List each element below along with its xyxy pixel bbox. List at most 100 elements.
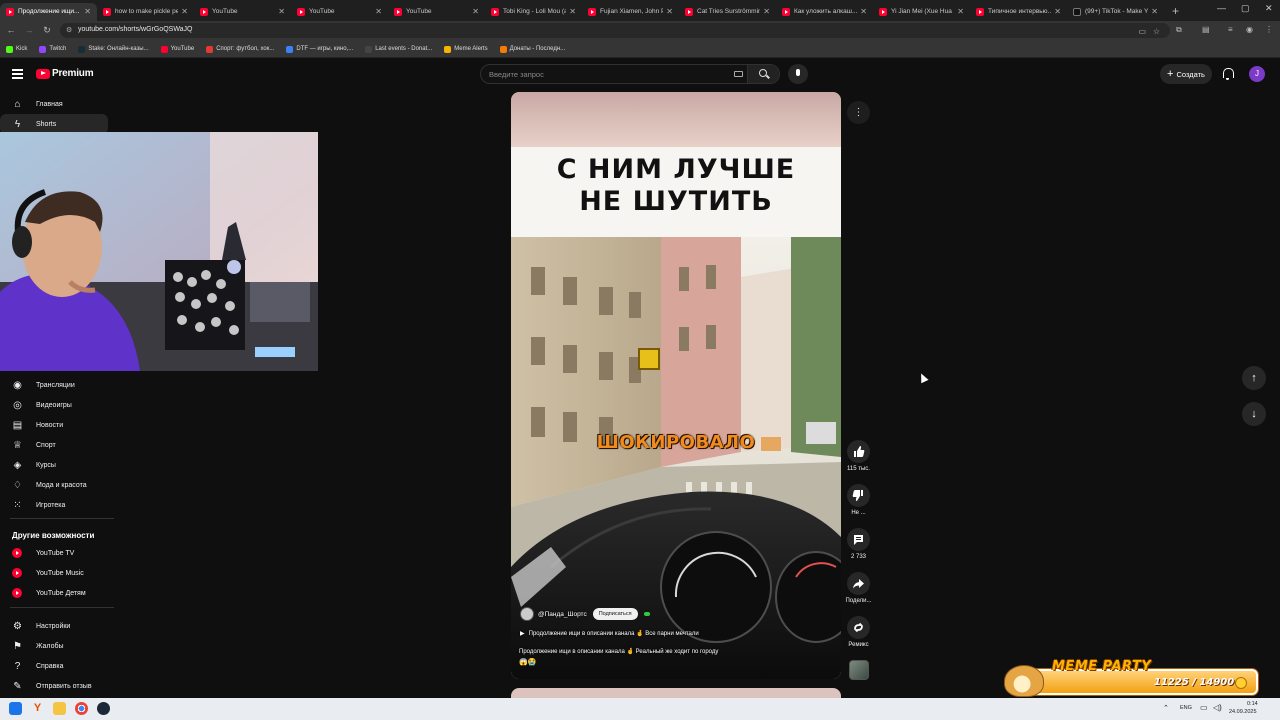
dislike-button[interactable] <box>847 484 870 507</box>
sidebar-item-sport[interactable]: ♕ Спорт <box>0 435 108 455</box>
sidebar-item-youtube-tv[interactable]: YouTube TV <box>0 543 108 563</box>
playlist-link[interactable]: ▶ Продолжение ищи в описании канала 🤞 Вс… <box>520 630 699 637</box>
language-indicator[interactable]: ENG <box>1180 705 1192 711</box>
close-tab-icon[interactable]: ✕ <box>278 7 285 16</box>
close-window-icon[interactable]: ✕ <box>1265 3 1273 14</box>
browser-tab[interactable]: Типичное интервью... ✕ <box>970 3 1067 21</box>
close-tab-icon[interactable]: ✕ <box>181 7 188 16</box>
network-icon[interactable]: ▭ <box>1200 703 1208 712</box>
yandex-browser-icon[interactable]: Y <box>31 702 44 715</box>
browser-tab[interactable]: how to make pickle pe... ✕ <box>97 3 194 21</box>
steam-icon[interactable] <box>97 702 110 715</box>
downloads-icon[interactable]: ≡ <box>1228 25 1233 34</box>
menu-hamburger-icon[interactable] <box>12 69 23 79</box>
browser-tab[interactable]: Cat Tries Surströmming...✕ <box>679 3 776 21</box>
bookmark-item[interactable]: Спорт: футбол, хок... <box>206 45 274 53</box>
browser-tab[interactable]: Продолжение ищи... ✕ <box>0 2 97 21</box>
profile-icon[interactable]: ◉ <box>1246 25 1253 34</box>
new-tab-icon[interactable]: + <box>1172 4 1179 18</box>
close-tab-icon[interactable]: ✕ <box>957 7 964 16</box>
browser-tab[interactable]: YouTube ✕ <box>291 3 388 21</box>
youtube-logo[interactable]: Premium <box>36 68 94 79</box>
windows-start-icon[interactable] <box>9 702 22 715</box>
sidebar-item-youtube-music[interactable]: YouTube Music <box>0 563 108 583</box>
clock-date[interactable]: 24.09.2025 <box>1229 709 1257 715</box>
menu-icon[interactable]: ⋮ <box>1265 25 1273 34</box>
site-info-icon[interactable]: ⚙ <box>66 26 72 34</box>
previous-short-arrow-up-icon[interactable]: ↑ <box>1242 366 1266 390</box>
sidebar-item-playables[interactable]: ⁙ Игротека <box>0 495 108 515</box>
file-explorer-icon[interactable] <box>53 702 66 715</box>
minimize-icon[interactable]: — <box>1217 3 1226 13</box>
bookmark-item[interactable]: Twitch <box>39 45 66 53</box>
sidebar-item-settings[interactable]: ⚙ Настройки <box>0 616 108 636</box>
tray-chevron-icon[interactable]: ⌃ <box>1163 704 1169 712</box>
clock-time[interactable]: 0:14 <box>1247 701 1258 707</box>
avatar[interactable]: J <box>1249 66 1265 82</box>
sidepanel-icon[interactable]: ▤ <box>1202 25 1210 34</box>
close-tab-icon[interactable]: ✕ <box>375 7 382 16</box>
sound-thumbnail[interactable] <box>849 660 869 680</box>
browser-tab[interactable]: Fujian Xiamen, John Pe...✕ <box>582 3 679 21</box>
bookmark-item[interactable]: Донаты - Последн... <box>499 45 565 53</box>
channel-name[interactable]: @Панда_Шортс <box>538 611 587 618</box>
bookmark-item[interactable]: Kick <box>6 45 27 53</box>
back-icon[interactable]: ← <box>2 25 20 35</box>
close-tab-icon[interactable]: ✕ <box>860 7 867 16</box>
sidebar-item-news[interactable]: ▤ Новости <box>0 415 108 435</box>
shorts-player[interactable]: С НИМ ЛУЧШЕ НЕ ШУТИТЬ ШОКИРОВАЛО @Панда_… <box>511 92 841 679</box>
sidebar-item-home[interactable]: ⌂ Главная <box>0 94 108 114</box>
extensions-icon[interactable]: ⧉ <box>1176 25 1182 35</box>
sidebar-item-courses[interactable]: ◈ Курсы <box>0 455 108 475</box>
bookmark-star-icon[interactable]: ☆ <box>1153 27 1160 36</box>
bookmark-item[interactable]: Stake: Онлайн-казы... <box>78 45 149 53</box>
close-tab-icon[interactable]: ✕ <box>1054 7 1061 16</box>
bookmark-item[interactable]: DTF — игры, кино,... <box>286 45 353 53</box>
notifications-bell-icon[interactable] <box>1222 68 1234 80</box>
more-options-icon[interactable]: ⋮ <box>847 101 870 124</box>
next-short-arrow-down-icon[interactable]: ↓ <box>1242 402 1266 426</box>
bookmark-item[interactable]: Last events - Donat... <box>365 45 432 53</box>
sidebar-item-feedback[interactable]: ✎ Отправить отзыв <box>0 676 108 696</box>
forward-icon[interactable]: → <box>20 25 38 35</box>
chrome-icon[interactable] <box>75 702 88 715</box>
volume-icon[interactable]: ◁) <box>1213 703 1222 712</box>
share-button[interactable] <box>847 572 870 595</box>
short-description[interactable]: Продолжение ищи в описании канала 🤞 Реал… <box>519 648 718 655</box>
sidebar-item-fashion[interactable]: ♢ Мода и красота <box>0 475 108 495</box>
create-button[interactable]: + Создать <box>1160 64 1212 84</box>
browser-tab[interactable]: Yi Jian Mei (Xue Hua P...✕ <box>873 3 970 21</box>
remix-button[interactable] <box>847 616 870 639</box>
subscribe-button[interactable]: Подписаться <box>592 608 638 620</box>
bookmark-item[interactable]: Meme Alerts <box>444 45 488 53</box>
browser-tab[interactable]: Как уложить алкаш... ✕ <box>776 3 873 21</box>
channel-avatar[interactable] <box>520 607 534 621</box>
sidebar-item-help[interactable]: ? Справка <box>0 656 108 676</box>
comments-button[interactable] <box>847 528 870 551</box>
microphone-icon[interactable] <box>788 64 808 84</box>
like-button[interactable] <box>847 440 870 463</box>
close-tab-icon[interactable]: ✕ <box>1151 7 1158 16</box>
browser-tab[interactable]: YouTube ✕ <box>388 3 485 21</box>
sidebar-item-live[interactable]: ◉ Трансляции <box>0 375 108 395</box>
next-short-preview[interactable] <box>511 688 841 698</box>
bookmark-item[interactable]: YouTube <box>160 45 194 53</box>
reload-icon[interactable]: ↻ <box>38 25 56 36</box>
search-button[interactable] <box>747 65 779 83</box>
sidebar-item-youtube-kids[interactable]: YouTube Детям <box>0 583 108 603</box>
close-tab-icon[interactable]: ✕ <box>472 7 479 16</box>
browser-tab[interactable]: YouTube ✕ <box>194 3 291 21</box>
browser-tab[interactable]: Tobi King - Loli Mou (a... ✕ <box>485 3 582 21</box>
close-tab-icon[interactable]: ✕ <box>84 7 91 16</box>
close-tab-icon[interactable]: ✕ <box>763 7 770 16</box>
keyboard-icon[interactable] <box>734 71 743 77</box>
address-bar[interactable]: ⚙ youtube.com/shorts/wGrGoQSWaJQ ▭ ☆ <box>60 23 1170 38</box>
search-input[interactable]: Введите запрос <box>489 70 544 79</box>
sidebar-item-gaming[interactable]: ◎ Видеоигры <box>0 395 108 415</box>
sidebar-item-shorts[interactable]: ϟ Shorts <box>0 114 108 134</box>
sidebar-item-reports[interactable]: ⚑ Жалобы <box>0 636 108 656</box>
maximize-icon[interactable]: ▢ <box>1241 3 1250 14</box>
browser-tab[interactable]: (99+) TikTok - Make Yo...✕ <box>1067 3 1164 21</box>
close-tab-icon[interactable]: ✕ <box>569 7 576 16</box>
search-box[interactable]: Введите запрос <box>480 64 780 84</box>
